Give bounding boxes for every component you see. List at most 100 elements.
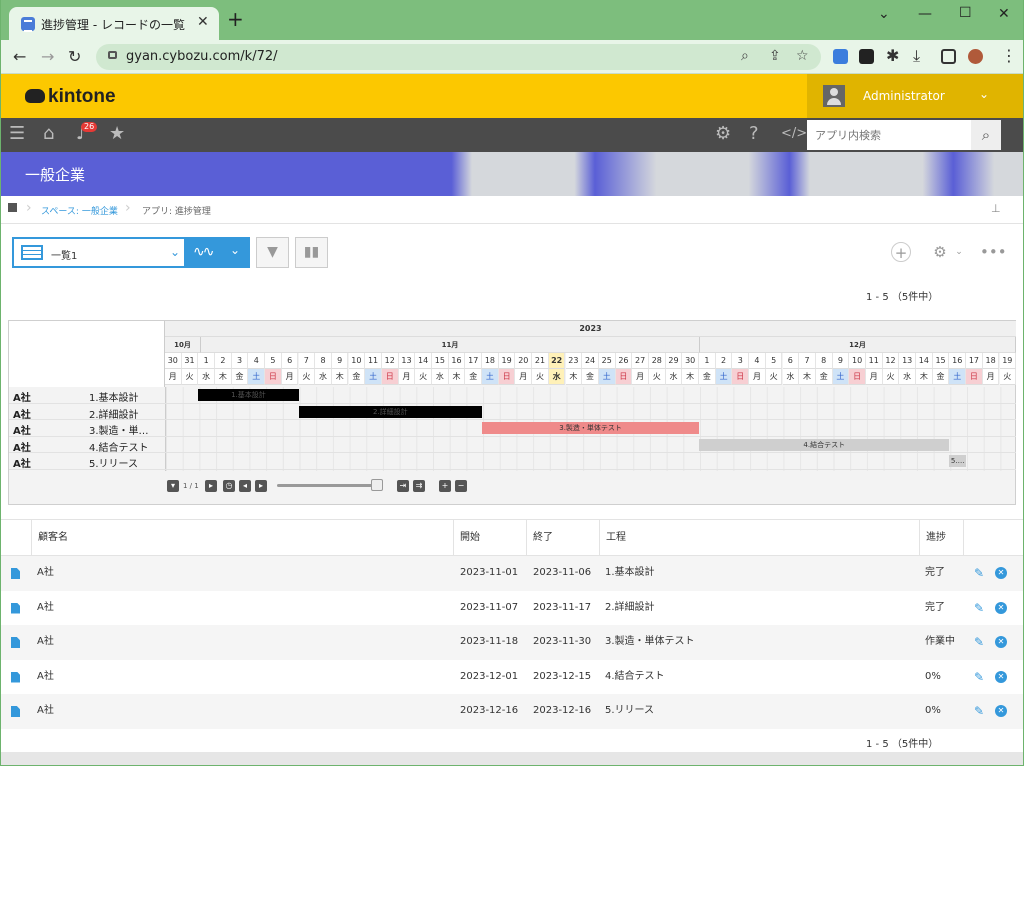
gear-icon[interactable]: ⚙	[715, 124, 731, 144]
gantt-row: A社 1.基本設計	[9, 387, 1016, 404]
close-window-icon[interactable]: ✕	[998, 6, 1010, 22]
gantt-bar[interactable]: 4.結合テスト	[699, 438, 950, 451]
browser-tab[interactable]: 進捗管理 - レコードの一覧 ✕	[9, 7, 219, 40]
graph-button[interactable]: ∿∿ ⌄	[186, 237, 250, 268]
gantt-weekday: 日	[966, 369, 983, 385]
new-tab-icon[interactable]: +	[227, 9, 244, 29]
menu-icon[interactable]: ☰	[9, 124, 25, 144]
devtools-extension-icon[interactable]	[859, 49, 874, 64]
record-detail-icon[interactable]	[11, 602, 20, 614]
kintone-logo[interactable]: kintone	[25, 86, 116, 108]
table-row[interactable]: A社 2023-11-01 2023-11-06 1.基本設計 完了 ✎ ✕	[1, 556, 1023, 591]
gantt-bar[interactable]: 5.…	[949, 455, 967, 468]
filter-icon: ▼	[267, 244, 278, 260]
cell-process: 1.基本設計	[605, 567, 655, 578]
list-view-icon	[21, 245, 43, 260]
chevron-down-icon[interactable]: ⌄	[949, 242, 969, 262]
delete-icon[interactable]: ✕	[995, 601, 1007, 614]
gantt-next-page-button[interactable]: ▸	[205, 480, 217, 492]
delete-icon[interactable]: ✕	[995, 567, 1007, 579]
gantt-zoom-in-button[interactable]: +	[439, 480, 451, 492]
column-header-end[interactable]: 終了	[526, 520, 599, 557]
gantt-zoom-slider-handle[interactable]	[371, 479, 383, 491]
filter-button[interactable]: ▼	[256, 237, 289, 268]
side-panel-icon[interactable]	[941, 49, 956, 64]
minimize-icon[interactable]: —	[918, 6, 932, 22]
url-field[interactable]: gyan.cybozu.com/k/72/ ⌕ ⇪ ☆	[96, 44, 821, 70]
gantt-bar[interactable]: 1.基本設計	[198, 389, 299, 401]
gantt-day-number: 1	[198, 353, 215, 369]
pencil-icon[interactable]: ✎	[974, 670, 984, 684]
table-row[interactable]: A社 2023-12-01 2023-12-15 4.結合テスト 0% ✎ ✕	[1, 660, 1023, 695]
gantt-scroll-left-button[interactable]: ◂	[239, 480, 251, 492]
download-icon[interactable]: ⤓	[913, 46, 920, 66]
gantt-bar[interactable]: 3.製造・単体テスト	[482, 422, 700, 435]
gantt-day-number: 24	[582, 353, 599, 369]
record-detail-icon[interactable]	[11, 706, 20, 717]
bookmark-star-icon[interactable]: ☆	[796, 48, 809, 64]
more-options-icon[interactable]: •••	[980, 242, 1007, 262]
add-record-button[interactable]: +	[891, 242, 911, 262]
tab-bar: 進捗管理 - レコードの一覧 ✕ + ⌄ — ☐ ✕	[1, 0, 1023, 40]
view-selector[interactable]: 一覧1 ⌄	[12, 237, 186, 268]
gantt-weekday: 月	[982, 369, 1000, 385]
gantt-day-number: 13	[899, 353, 916, 369]
home-icon[interactable]	[8, 203, 17, 212]
search-icon[interactable]: ⌕	[971, 120, 1001, 150]
pencil-icon[interactable]: ✎	[974, 566, 984, 580]
share-icon[interactable]: ⇪	[769, 48, 781, 64]
star-icon[interactable]: ★	[109, 124, 125, 144]
column-header-process[interactable]: 工程	[599, 520, 919, 557]
menu-dots-icon[interactable]: ⋮	[1001, 46, 1017, 65]
gantt-day-number: 15	[932, 353, 950, 369]
gantt-zoom-out-button[interactable]: −	[455, 480, 467, 492]
delete-icon[interactable]: ✕	[995, 705, 1007, 717]
help-icon[interactable]: ?	[749, 124, 759, 144]
column-header-start[interactable]: 開始	[453, 520, 526, 557]
cell-start: 2023-11-01	[460, 567, 519, 578]
pencil-icon[interactable]: ✎	[974, 635, 984, 649]
gantt-day-number: 31	[181, 353, 199, 369]
close-tab-icon[interactable]: ✕	[197, 14, 209, 30]
gantt-expand-all-button[interactable]: ⇉	[413, 480, 425, 492]
gantt-weekday: 木	[331, 369, 349, 385]
record-detail-icon[interactable]	[11, 637, 20, 648]
home-icon[interactable]: ⌂	[43, 124, 54, 144]
pencil-icon[interactable]: ✎	[974, 704, 984, 718]
profile-avatar[interactable]	[968, 49, 983, 64]
gantt-today-button[interactable]: ◷	[223, 480, 235, 492]
code-icon[interactable]: </>	[781, 124, 807, 144]
gantt-bar[interactable]: 2.詳細設計	[298, 405, 483, 418]
gantt-collapse-button[interactable]: ▾	[167, 480, 179, 492]
delete-icon[interactable]: ✕	[995, 670, 1007, 683]
horizontal-scrollbar[interactable]	[1, 752, 1023, 765]
app-search-input[interactable]	[807, 120, 971, 150]
column-header-progress[interactable]: 進捗	[919, 520, 963, 557]
record-detail-icon[interactable]	[11, 568, 20, 579]
breadcrumb-space-link[interactable]: スペース: 一般企業	[41, 204, 118, 217]
gantt-scroll-right-button[interactable]: ▸	[255, 480, 267, 492]
forward-icon[interactable]: →	[41, 47, 54, 66]
extension-icon[interactable]	[833, 49, 848, 64]
table-row[interactable]: A社 2023-11-18 2023-11-30 3.製造・単体テスト 作業中 ✎ ✕	[1, 625, 1023, 660]
reload-icon[interactable]: ↻	[68, 47, 81, 66]
puzzle-icon[interactable]: ✱	[886, 46, 899, 65]
pin-icon[interactable]: ⊥	[991, 202, 1001, 215]
pencil-icon[interactable]: ✎	[974, 601, 984, 615]
user-menu[interactable]: Administrator ⌄	[807, 74, 1023, 118]
delete-icon[interactable]: ✕	[995, 636, 1007, 648]
gantt-zoom-slider[interactable]	[277, 484, 383, 487]
chevron-down-icon[interactable]: ⌄	[878, 6, 890, 22]
column-header-customer[interactable]: 顧客名	[31, 520, 456, 557]
table-row[interactable]: A社 2023-11-07 2023-11-17 2.詳細設計 完了 ✎ ✕	[1, 591, 1023, 626]
kintone-app-icon	[21, 17, 35, 32]
gantt-expand-right-button[interactable]: ⇥	[397, 480, 409, 492]
gear-icon[interactable]: ⚙	[930, 242, 950, 262]
cell-process: 5.リリース	[605, 705, 655, 716]
maximize-icon[interactable]: ☐	[959, 5, 972, 21]
record-detail-icon[interactable]	[11, 671, 20, 683]
zoom-icon[interactable]: ⌕	[741, 48, 749, 64]
back-icon[interactable]: ←	[13, 47, 26, 66]
table-row[interactable]: A社 2023-12-16 2023-12-16 5.リリース 0% ✎ ✕	[1, 694, 1023, 729]
chart-button[interactable]: ▮▮	[295, 237, 328, 268]
